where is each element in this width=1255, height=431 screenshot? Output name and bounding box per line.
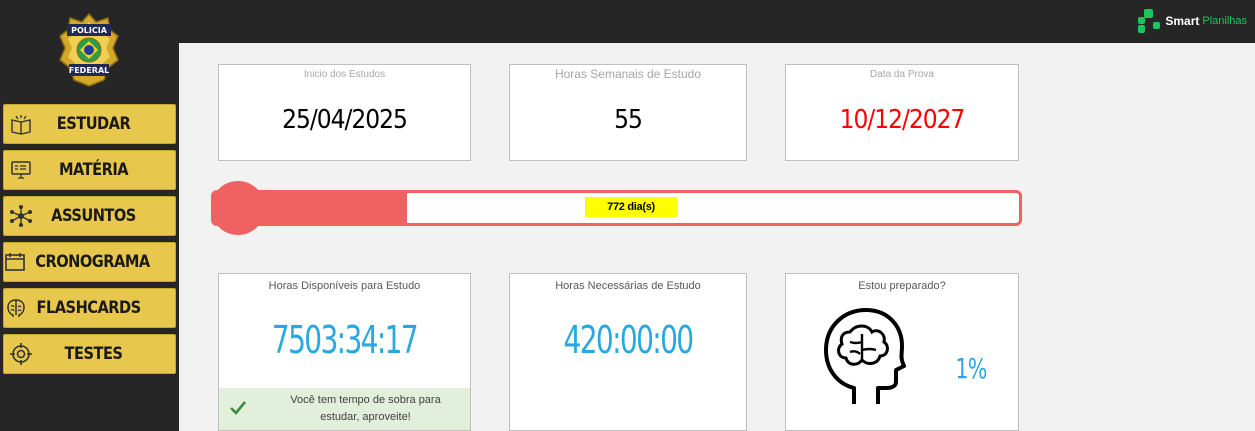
card-caption: Estou preparado? [858,280,946,292]
svg-text:POLICIA: POLICIA [71,26,108,35]
smart-planilhas-logo: Smart Planilhas [1138,9,1247,33]
horas-necessarias-card: Horas Necessárias de Estudo 420:00:00 [509,273,747,431]
horas-disponiveis-value: 7503:34:17 [271,318,419,362]
card-caption: Horas Necessárias de Estudo [555,280,701,292]
card-caption: Inicio dos Estudos [303,69,386,80]
horas-necessarias-value: 420:00:00 [563,318,695,362]
days-remaining-label: 772 dia(s) [585,197,677,217]
nav-label: TESTES [64,344,123,364]
calendar-icon [4,243,26,281]
nav-label: ASSUNTOS [51,206,136,226]
nav-label: ESTUDAR [56,114,131,134]
nav-label: FLASHCARDS [36,298,141,318]
horas-semanais-value[interactable]: 55 [510,105,746,135]
horas-disponiveis-card: Horas Disponíveis para Estudo 7503:34:17… [218,273,471,431]
nav-label: CRONOGRAMA [35,252,150,272]
policia-federal-badge: POLICIA FEDERAL [58,12,120,88]
card-caption: Data da Prova [870,69,934,80]
nav-estudar-button[interactable]: ESTUDAR [3,104,176,144]
card-caption: Horas Semanais de Estudo [554,67,702,81]
svg-text:FEDERAL: FEDERAL [69,66,109,75]
progress-knob [211,181,265,235]
inicio-estudos-value[interactable]: 25/04/2025 [219,105,470,135]
brand-mark-icon [1138,9,1161,33]
nav-testes-button[interactable]: TESTES [3,334,176,374]
target-icon [4,335,38,373]
nav-cronograma-button[interactable]: CRONOGRAMA [3,242,176,282]
nav-label: MATÉRIA [58,160,129,180]
top-bar: Smart Planilhas [0,0,1255,43]
brand-name-suffix: Planilhas [1202,15,1247,27]
preparado-percent: 1% [955,352,987,385]
data-prova-value[interactable]: 10/12/2027 [786,105,1018,135]
head-brain-icon [814,304,906,413]
brain-icon [4,289,28,327]
open-book-icon [4,105,38,143]
horas-semanais-card: Horas Semanais de Estudo 55 [509,64,747,161]
network-icon [4,197,38,235]
nav-assuntos-button[interactable]: ASSUNTOS [3,196,176,236]
checkmark-icon [229,400,247,421]
brand-name: Smart [1165,14,1200,28]
status-message-text: Você tem tempo de sobra para estudar, ap… [290,394,441,423]
card-caption: Horas Disponíveis para Estudo [268,280,421,292]
monitor-icon [4,151,38,189]
data-prova-card: Data da Prova 10/12/2027 [785,64,1019,161]
preparado-card: Estou preparado? 1% [785,273,1019,431]
inicio-estudos-card: Inicio dos Estudos 25/04/2025 [218,64,471,161]
status-message: Você tem tempo de sobra para estudar, ap… [219,388,470,430]
sidebar: POLICIA FEDERAL ESTUDAR MATÉRIA ASSUNTOS… [0,0,179,431]
nav-materia-button[interactable]: MATÉRIA [3,150,176,190]
nav-flashcards-button[interactable]: FLASHCARDS [3,288,176,328]
